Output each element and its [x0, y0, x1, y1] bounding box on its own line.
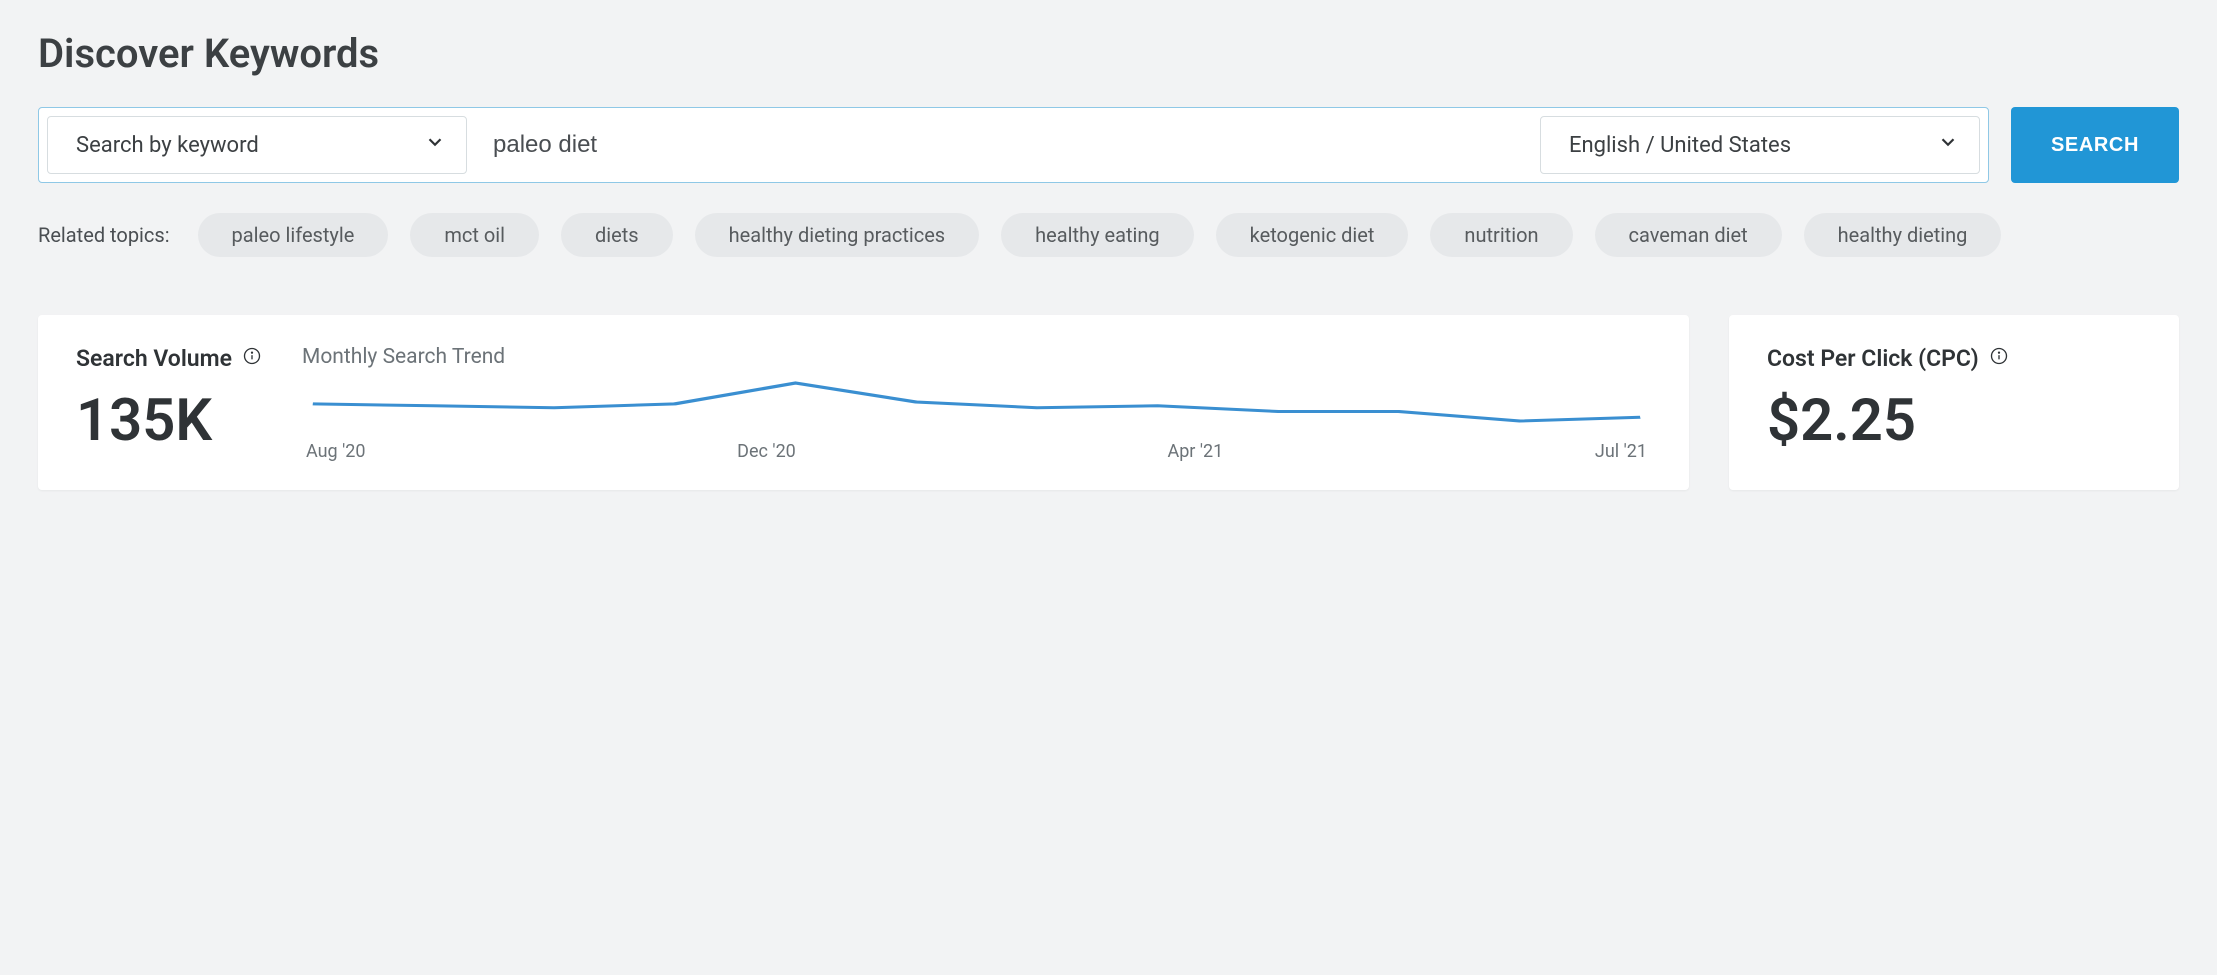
cpc-card: Cost Per Click (CPC) $2.25	[1729, 315, 2179, 490]
search-row: Search by keyword English / United State…	[38, 107, 2179, 183]
cpc-title: Cost Per Click (CPC)	[1767, 345, 2141, 372]
search-volume-card: Search Volume 135K Monthly Search Trend …	[38, 315, 1689, 490]
topic-chip[interactable]: healthy dieting	[1804, 213, 2002, 257]
search-volume-title-text: Search Volume	[76, 345, 232, 372]
related-topics-label: Related topics:	[38, 223, 170, 247]
search-volume-block: Search Volume 135K	[76, 345, 262, 462]
search-box: Search by keyword English / United State…	[38, 107, 1989, 183]
trend-label: Jul '21	[1595, 441, 1647, 462]
trend-label: Dec '20	[737, 441, 796, 462]
topic-chip[interactable]: paleo lifestyle	[198, 213, 389, 257]
cpc-title-text: Cost Per Click (CPC)	[1767, 345, 1979, 372]
topic-chip[interactable]: mct oil	[410, 213, 539, 257]
locale-label: English / United States	[1569, 133, 1791, 158]
metric-cards: Search Volume 135K Monthly Search Trend …	[38, 315, 2179, 490]
keyword-input[interactable]	[477, 116, 1530, 174]
topic-chip[interactable]: healthy dieting practices	[695, 213, 980, 257]
sparkline-chart	[302, 379, 1651, 425]
chevron-down-icon	[1937, 131, 1959, 159]
topic-chip[interactable]: ketogenic diet	[1216, 213, 1409, 257]
trend-label: Apr '21	[1167, 441, 1223, 462]
search-mode-select[interactable]: Search by keyword	[47, 116, 467, 174]
cpc-value: $2.25	[1767, 392, 2141, 450]
trend-title: Monthly Search Trend	[302, 345, 1651, 369]
search-mode-label: Search by keyword	[76, 133, 259, 158]
search-button[interactable]: SEARCH	[2011, 107, 2179, 183]
related-topics: Related topics: paleo lifestyle mct oil di…	[38, 213, 2179, 257]
topic-chip[interactable]: healthy eating	[1001, 213, 1194, 257]
info-icon[interactable]	[1989, 345, 2009, 372]
trend-x-labels: Aug '20 Dec '20 Apr '21 Jul '21	[302, 441, 1651, 462]
chevron-down-icon	[424, 131, 446, 159]
page-title: Discover Keywords	[38, 30, 2179, 77]
trend-block: Monthly Search Trend Aug '20 Dec '20 Apr…	[302, 345, 1651, 462]
trend-label: Aug '20	[306, 441, 366, 462]
topic-chip[interactable]: diets	[561, 213, 673, 257]
topic-chip[interactable]: caveman diet	[1595, 213, 1782, 257]
search-volume-value: 135K	[76, 392, 262, 450]
locale-select[interactable]: English / United States	[1540, 116, 1980, 174]
search-volume-title: Search Volume	[76, 345, 262, 372]
info-icon[interactable]	[242, 345, 262, 372]
topic-chip[interactable]: nutrition	[1430, 213, 1572, 257]
